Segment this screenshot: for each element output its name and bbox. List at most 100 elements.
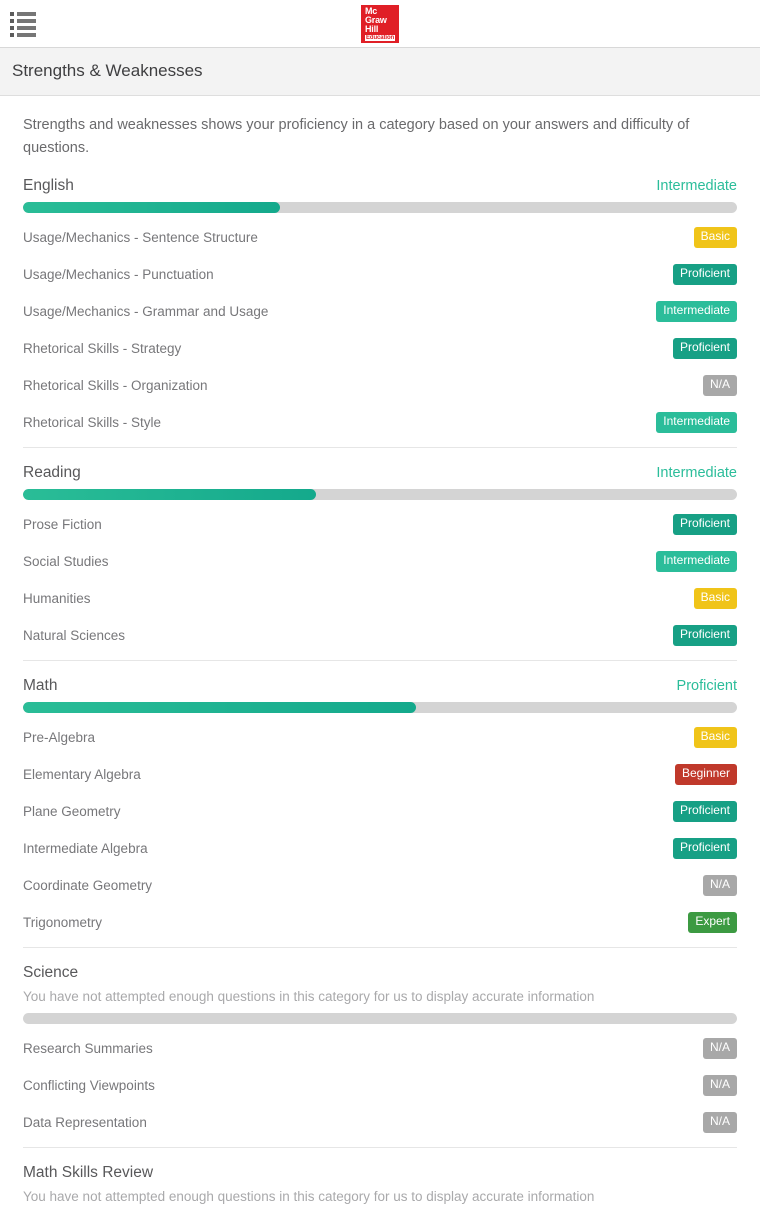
subcategory-list: Usage/Mechanics - Sentence Structure Basi… (23, 219, 737, 441)
proficiency-badge: N/A (702, 875, 737, 896)
subcategory-row: Rhetorical Skills - Organization N/A (23, 367, 737, 404)
subcategory-label: Prose Fiction (23, 516, 102, 532)
proficiency-badge: Intermediate (656, 551, 737, 572)
progress-bar (23, 701, 737, 713)
section-header: Reading Intermediate (23, 464, 737, 489)
subcategory-row: Elementary Algebra Beginner (23, 756, 737, 793)
top-bar: Mc Graw Hill Education (0, 0, 760, 48)
subcategory-row: Conflicting Viewpoints N/A (23, 1067, 737, 1104)
proficiency-badge: Expert (688, 912, 737, 933)
section-level-label: Intermediate (656, 464, 737, 481)
proficiency-badge: Proficient (672, 801, 737, 822)
subcategory-label: Rhetorical Skills - Organization (23, 377, 208, 393)
subcategory-row: Rhetorical Skills - Style Intermediate (23, 404, 737, 441)
subcategory-row: Intermediate Algebra Proficient (23, 830, 737, 867)
menu-bar (17, 25, 36, 30)
subcategory-list: Research Summaries N/A Conflicting Viewpoi… (23, 1030, 737, 1141)
section-level-label: Proficient (676, 677, 737, 694)
subcategory-label: Plane Geometry (23, 803, 121, 819)
proficiency-badge: Basic (693, 227, 737, 248)
subcategory-list: Pre-Algebra Basic Elementary Algebra Beginn… (23, 719, 737, 941)
proficiency-badge: N/A (702, 1075, 737, 1096)
subcategory-row: Coordinate Geometry N/A (23, 867, 737, 904)
proficiency-badge: Proficient (672, 264, 737, 285)
subcategory-row: Prose Fiction Proficient (23, 506, 737, 543)
subcategory-row: Plane Geometry Proficient (23, 793, 737, 830)
subcategory-row: Usage/Mechanics - Sentence Structure Basi… (23, 219, 737, 256)
proficiency-badge: Basic (693, 588, 737, 609)
proficiency-badge: Beginner (674, 764, 737, 785)
subcategory-label: Data Representation (23, 1114, 147, 1130)
subcategory-list: Prose Fiction Proficient Social Studies Int… (23, 506, 737, 654)
section-title: Math Skills Review (23, 1163, 154, 1181)
menu-dot (10, 32, 14, 37)
subcategory-label: Rhetorical Skills - Style (23, 414, 162, 430)
section-title: Science (23, 963, 79, 981)
subcategory-row: Natural Sciences Proficient (23, 617, 737, 654)
menu-bar (17, 18, 36, 23)
subcategory-row: Usage/Mechanics - Punctuation Proficient (23, 256, 737, 293)
page-title-bar: Strengths & Weaknesses (0, 48, 760, 96)
section-header: Math Skills Review (23, 1164, 737, 1189)
subcategory-label: Coordinate Geometry (23, 877, 153, 893)
proficiency-badge: Intermediate (656, 301, 737, 322)
menu-row (10, 11, 40, 16)
menu-bar (17, 11, 36, 16)
subcategory-label: Research Summaries (23, 1040, 153, 1056)
menu-dot (10, 25, 14, 30)
section-title: English (23, 176, 74, 194)
progress-bar (23, 201, 737, 213)
menu-dot (10, 18, 14, 23)
subcategory-label: Usage/Mechanics - Punctuation (23, 266, 214, 282)
intro-text: Strengths and weaknesses shows your prof… (23, 117, 690, 157)
section-level-label: Intermediate (656, 177, 737, 194)
subcategory-label: Usage/Mechanics - Sentence Structure (23, 229, 258, 245)
subcategory-label: Conflicting Viewpoints (23, 1077, 155, 1093)
section-math-skills-review: Math Skills Review You have not attempted… (23, 1164, 737, 1213)
menu-bar (17, 32, 36, 37)
proficiency-badge: Proficient (672, 514, 737, 535)
menu-row (10, 32, 40, 37)
subcategory-label: Rhetorical Skills - Strategy (23, 340, 182, 356)
page-title: Strengths & Weaknesses (12, 61, 203, 80)
section-no-data-note: You have not attempted enough questions … (23, 988, 595, 1004)
section-reading: Reading Intermediate Prose Fiction Proficie… (23, 464, 737, 661)
subcategory-label: Elementary Algebra (23, 766, 141, 782)
list-menu-icon[interactable] (10, 10, 40, 38)
section-math: Math Proficient Pre-Algebra Basic Elementary… (23, 677, 737, 948)
subcategory-row: Data Representation N/A (23, 1104, 737, 1141)
subcategory-label: Intermediate Algebra (23, 840, 148, 856)
progress-bar-fill (23, 701, 416, 713)
subcategory-row: Usage/Mechanics - Grammar and Usage Inter… (23, 293, 737, 330)
progress-bar (23, 488, 737, 500)
subcategory-label: Trigonometry (23, 914, 103, 930)
menu-row (10, 25, 40, 30)
section-english: English Intermediate Usage/Mechanics - Sen… (23, 177, 737, 448)
logo-line-3: Hill (365, 24, 379, 35)
subcategory-row: Pre-Algebra Basic (23, 719, 737, 756)
proficiency-badge: Proficient (672, 338, 737, 359)
logo-line-4: Education (365, 35, 396, 42)
proficiency-badge: N/A (702, 375, 737, 396)
section-header: Math Proficient (23, 677, 737, 702)
section-title: Math (23, 676, 58, 694)
section-header: Science (23, 964, 737, 989)
subcategory-row: Trigonometry Expert (23, 904, 737, 941)
section-divider (23, 946, 737, 948)
section-header: English Intermediate (23, 177, 737, 202)
proficiency-badge: N/A (702, 1038, 737, 1059)
section-divider (23, 446, 737, 448)
subcategory-row: Social Studies Intermediate (23, 543, 737, 580)
menu-dot (10, 11, 14, 16)
section-science: Science You have not attempted enough que… (23, 964, 737, 1148)
subcategory-label: Social Studies (23, 553, 109, 569)
proficiency-badge: Basic (693, 727, 737, 748)
subcategory-label: Natural Sciences (23, 627, 126, 643)
progress-bar (23, 1012, 737, 1024)
subcategory-label: Usage/Mechanics - Grammar and Usage (23, 303, 269, 319)
mcgraw-hill-logo[interactable]: Mc Graw Hill Education (361, 5, 399, 43)
proficiency-badge: N/A (702, 1112, 737, 1133)
sections-list: English Intermediate Usage/Mechanics - Sen… (23, 177, 737, 1213)
main-content: Strengths and weaknesses shows your prof… (0, 114, 760, 1213)
subcategory-row: Humanities Basic (23, 580, 737, 617)
